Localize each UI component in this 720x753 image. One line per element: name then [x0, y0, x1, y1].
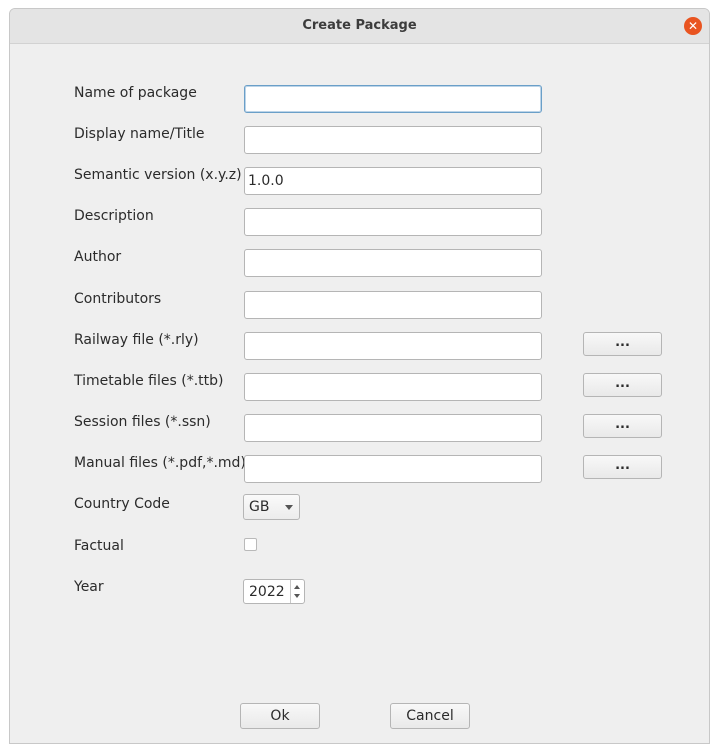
country-code-value: GB: [249, 499, 270, 515]
title-bar: Create Package ✕: [10, 9, 709, 44]
year-spinbox[interactable]: 2022: [243, 579, 305, 604]
manual-files-input[interactable]: [244, 455, 542, 483]
label-manual-files: Manual files (*.pdf,*.md): [74, 455, 246, 471]
timetable-files-input[interactable]: [244, 373, 542, 401]
create-package-dialog: Create Package ✕ Name of package Display…: [9, 8, 710, 744]
browse-timetable-button[interactable]: ...: [583, 373, 662, 397]
label-railway-file: Railway file (*.rly): [74, 332, 199, 348]
country-code-select[interactable]: GB: [243, 494, 300, 520]
author-input[interactable]: [244, 249, 542, 277]
label-description: Description: [74, 208, 154, 224]
spin-down-icon[interactable]: [294, 594, 300, 598]
semantic-version-input[interactable]: [244, 167, 542, 195]
label-author: Author: [74, 249, 122, 265]
dialog-title: Create Package: [302, 18, 417, 33]
description-input[interactable]: [244, 208, 542, 236]
ok-button[interactable]: Ok: [240, 703, 320, 729]
spin-up-icon[interactable]: [294, 585, 300, 589]
railway-file-input[interactable]: [244, 332, 542, 360]
close-icon[interactable]: ✕: [684, 17, 702, 35]
browse-railway-button[interactable]: ...: [583, 332, 662, 356]
factual-checkbox[interactable]: [244, 538, 257, 551]
display-name-input[interactable]: [244, 126, 542, 154]
session-files-input[interactable]: [244, 414, 542, 442]
browse-manual-button[interactable]: ...: [583, 455, 662, 479]
year-value: 2022: [249, 584, 285, 600]
chevron-down-icon: [285, 505, 293, 510]
label-factual: Factual: [74, 538, 124, 554]
label-contributors: Contributors: [74, 291, 162, 307]
browse-session-button[interactable]: ...: [583, 414, 662, 438]
label-timetable-files: Timetable files (*.ttb): [74, 373, 224, 389]
label-year: Year: [74, 579, 104, 595]
name-of-package-input[interactable]: [244, 85, 542, 113]
contributors-input[interactable]: [244, 291, 542, 319]
label-semantic-version: Semantic version (x.y.z): [74, 167, 242, 183]
label-country-code: Country Code: [74, 496, 170, 512]
label-display-name: Display name/Title: [74, 126, 205, 142]
spin-buttons: [290, 580, 304, 603]
label-session-files: Session files (*.ssn): [74, 414, 211, 430]
label-name-of-package: Name of package: [74, 85, 197, 101]
cancel-button[interactable]: Cancel: [390, 703, 470, 729]
